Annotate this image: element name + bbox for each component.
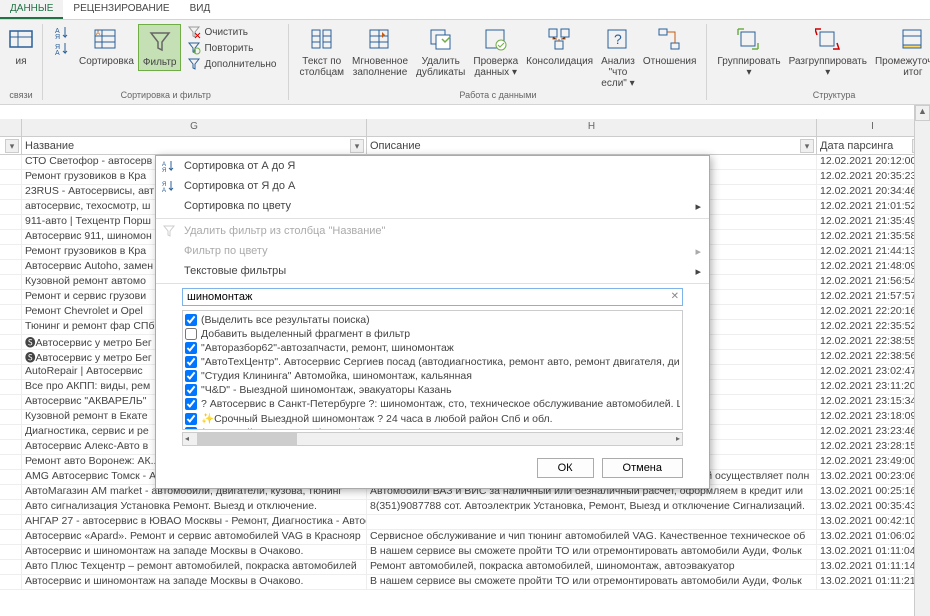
tab-review[interactable]: РЕЦЕНЗИРОВАНИЕ: [63, 0, 179, 19]
filter-value-item[interactable]: (Выделить все результаты поиска): [185, 313, 680, 327]
vertical-scrollbar[interactable]: ▲: [914, 105, 930, 616]
external-data-group-label: связи: [0, 90, 42, 100]
outline-group-label: Структура: [707, 90, 930, 100]
table-row[interactable]: Авто сигнализация Установка Ремонт. Выез…: [0, 500, 930, 515]
filter-cell-description[interactable]: Описание: [367, 137, 817, 154]
tab-view[interactable]: ВИД: [180, 0, 221, 19]
filter-button[interactable]: Фильтр: [138, 24, 182, 71]
subtotal-button[interactable]: Промежуточныйитог: [871, 24, 930, 80]
filter-values-list[interactable]: (Выделить все результаты поиска)Добавить…: [182, 310, 683, 430]
data-tools-group-label: Работа с данными: [289, 90, 706, 100]
table-row[interactable]: Автосервис «Apard». Ремонт и сервис авто…: [0, 530, 930, 545]
group-button[interactable]: Группировать▾: [713, 24, 784, 80]
svg-text:А↓: А↓: [96, 31, 103, 37]
filter-list-hscroll[interactable]: [182, 432, 683, 446]
col-header-h[interactable]: H: [367, 119, 817, 136]
filter-value-item[interactable]: "Студия Клининга" Автомойка, шиномонтаж,…: [185, 369, 680, 383]
what-if-button[interactable]: ? Анализ "чтоесли" ▾: [597, 24, 639, 91]
ok-button[interactable]: ОК: [537, 458, 594, 478]
table-row[interactable]: Автосервис и шиномонтаж на западе Москвы…: [0, 545, 930, 560]
svg-text:А: А: [162, 188, 166, 193]
reapply-filter-button[interactable]: Повторить: [183, 40, 280, 56]
filter-cell-parse-date[interactable]: Дата парсинга: [817, 137, 929, 154]
filter-value-item[interactable]: (Выездной Шиномонтаж) - 2021 | Город Шин…: [185, 426, 680, 430]
ungroup-button[interactable]: Разгруппировать▾: [785, 24, 871, 80]
flash-fill-button[interactable]: Мгновенноезаполнение: [348, 24, 412, 80]
table-row[interactable]: Автосервис и шиномонтаж на западе Москвы…: [0, 575, 930, 590]
svg-text:Я: Я: [55, 34, 60, 39]
filter-by-color-item: Фильтр по цвету: [156, 241, 709, 261]
external-data-button[interactable]: ия: [3, 24, 39, 69]
data-validation-button[interactable]: Проверкаданных ▾: [469, 24, 522, 80]
sort-filter-group-label: Сортировка и фильтр: [43, 90, 288, 100]
clear-search-icon[interactable]: ✕: [671, 291, 679, 302]
filter-value-item[interactable]: "Ч&D" - Выездной шиномонтаж, эвакуаторы …: [185, 383, 680, 397]
cancel-button[interactable]: Отмена: [602, 458, 683, 478]
sort-by-color-item[interactable]: Сортировка по цвету: [156, 196, 709, 216]
filter-cell-f[interactable]: [0, 137, 22, 154]
filter-search-input[interactable]: [182, 288, 683, 306]
remove-duplicates-button[interactable]: Удалитьдубликаты: [412, 24, 469, 80]
text-filters-item[interactable]: Текстовые фильтры: [156, 261, 709, 281]
svg-text:Я: Я: [162, 168, 166, 173]
advanced-filter-button[interactable]: Дополнительно: [183, 56, 280, 72]
filter-value-item[interactable]: "Авторазбор62"-автозапчасти, ремонт, шин…: [185, 341, 680, 355]
table-row[interactable]: АНГАР 27 - автосервис в ЮВАО Москвы - Ре…: [0, 515, 930, 530]
sort-az-item[interactable]: АЯ Сортировка от А до Я: [156, 156, 709, 176]
autofilter-popup: АЯ Сортировка от А до Я ЯА Сортировка от…: [155, 155, 710, 489]
relationships-button[interactable]: Отношения: [639, 24, 701, 69]
text-to-columns-button[interactable]: Текст постолбцам: [295, 24, 348, 80]
filter-value-item[interactable]: ? Автосервис в Санкт-Петербурге ?: шином…: [185, 397, 680, 411]
sort-az-small[interactable]: АЯ: [51, 24, 73, 40]
clear-filter-button[interactable]: Очистить: [183, 24, 280, 40]
consolidate-button[interactable]: Консолидация: [522, 24, 597, 69]
filter-value-item[interactable]: Добавить выделенный фрагмент в фильтр: [185, 327, 680, 341]
svg-text:?: ?: [614, 31, 622, 47]
col-header-i[interactable]: I: [817, 119, 929, 136]
sort-button[interactable]: А↓ Сортировка: [75, 24, 138, 69]
table-row[interactable]: Авто Плюс Техцентр – ремонт автомобилей,…: [0, 560, 930, 575]
svg-text:А: А: [55, 50, 60, 55]
sort-za-small[interactable]: ЯА: [51, 40, 73, 56]
sort-za-item[interactable]: ЯА Сортировка от Я до А: [156, 176, 709, 196]
tab-data[interactable]: ДАННЫЕ: [0, 0, 63, 19]
filter-value-item[interactable]: ✨Срочный Выездной шиномонтаж ? 24 часа в…: [185, 411, 680, 426]
clear-column-filter-item: Удалить фильтр из столбца "Название": [156, 221, 709, 241]
col-header-f[interactable]: [0, 119, 22, 136]
filter-value-item[interactable]: "АвтоТехЦентр". Автосервис Сергиев посад…: [185, 355, 680, 369]
col-header-g[interactable]: G: [22, 119, 367, 136]
filter-cell-name[interactable]: Название: [22, 137, 367, 154]
